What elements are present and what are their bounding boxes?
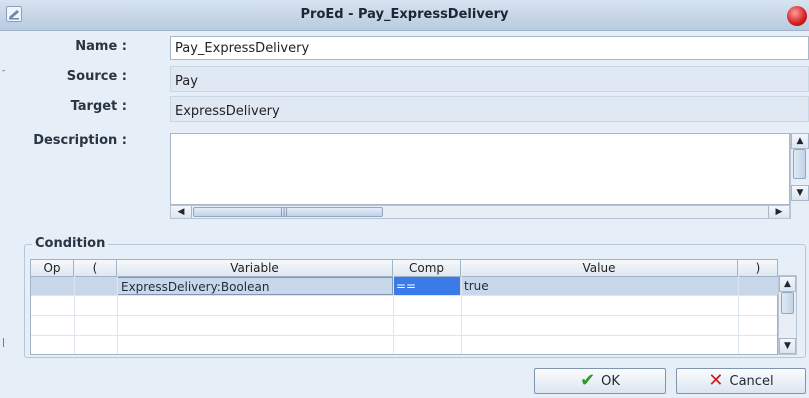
column-header-op[interactable]: Op <box>31 260 74 276</box>
table-vertical-scrollbar[interactable]: ▲ ▼ <box>778 275 797 355</box>
source-field: Pay <box>170 66 809 92</box>
column-header-close-paren[interactable]: ) <box>738 260 778 276</box>
description-label: Description : <box>33 133 127 148</box>
grid-line <box>74 276 75 354</box>
ok-button[interactable]: ✔ OK <box>534 368 666 394</box>
window-title: ProEd - Pay_ExpressDelivery <box>300 7 509 22</box>
description-horizontal-scrollbar[interactable]: ◀ ||| ▶ <box>170 205 790 219</box>
cell-open-paren[interactable] <box>74 277 117 295</box>
cancel-button-label: Cancel <box>729 373 774 389</box>
grip-icon: ||| <box>280 207 289 216</box>
cell-variable[interactable]: ExpressDelivery:Boolean <box>117 277 393 295</box>
scroll-down-arrow-icon[interactable]: ▼ <box>791 185 809 201</box>
grid-line <box>31 295 777 296</box>
scroll-up-arrow-icon[interactable]: ▲ <box>791 133 809 149</box>
cell-close-paren[interactable] <box>738 277 778 295</box>
name-field[interactable]: Pay_ExpressDelivery <box>170 36 809 60</box>
target-field: ExpressDelivery <box>170 96 809 122</box>
scroll-thumb[interactable] <box>781 292 794 314</box>
grid-line <box>31 335 777 336</box>
checkmark-icon: ✔ <box>580 370 596 391</box>
scroll-left-arrow-icon[interactable]: ◀ <box>171 206 192 218</box>
column-header-comp[interactable]: Comp <box>393 260 461 276</box>
description-vertical-scrollbar[interactable]: ▲ ▼ <box>790 133 809 219</box>
proed-dialog: ProEd - Pay_ExpressDelivery - | Name : P… <box>0 0 809 398</box>
name-label: Name : <box>75 39 127 54</box>
title-bar[interactable]: ProEd - Pay_ExpressDelivery <box>0 0 809 31</box>
cell-comp[interactable]: == <box>393 277 461 295</box>
column-header-open-paren[interactable]: ( <box>74 260 117 276</box>
source-label: Source : <box>66 69 127 84</box>
column-header-variable[interactable]: Variable <box>117 260 393 276</box>
edge-tick: - <box>2 66 6 76</box>
target-label: Target : <box>70 99 127 114</box>
table-header: Op ( Variable Comp Value ) <box>31 260 777 277</box>
grid-line <box>117 276 118 354</box>
grid-line <box>461 276 462 354</box>
column-header-value[interactable]: Value <box>461 260 738 276</box>
cancel-button[interactable]: ✕ Cancel <box>676 368 806 394</box>
condition-group-title: Condition <box>32 236 109 251</box>
scroll-thumb[interactable] <box>793 149 806 179</box>
ok-button-label: OK <box>601 373 620 389</box>
cell-op[interactable] <box>31 277 74 295</box>
cell-value[interactable]: true <box>461 277 738 295</box>
x-icon: ✕ <box>708 370 724 391</box>
description-textarea[interactable] <box>170 133 790 205</box>
grid-line <box>738 276 739 354</box>
grid-line <box>31 315 777 316</box>
scroll-down-arrow-icon[interactable]: ▼ <box>779 338 796 354</box>
grid-line <box>393 276 394 354</box>
close-icon[interactable] <box>787 6 807 26</box>
scroll-up-arrow-icon[interactable]: ▲ <box>779 276 796 292</box>
edge-tick: | <box>2 338 6 348</box>
condition-table[interactable]: Op ( Variable Comp Value ) ExpressDelive… <box>30 259 778 355</box>
scroll-thumb[interactable]: ||| <box>193 207 383 217</box>
scroll-right-arrow-icon[interactable]: ▶ <box>768 206 789 218</box>
